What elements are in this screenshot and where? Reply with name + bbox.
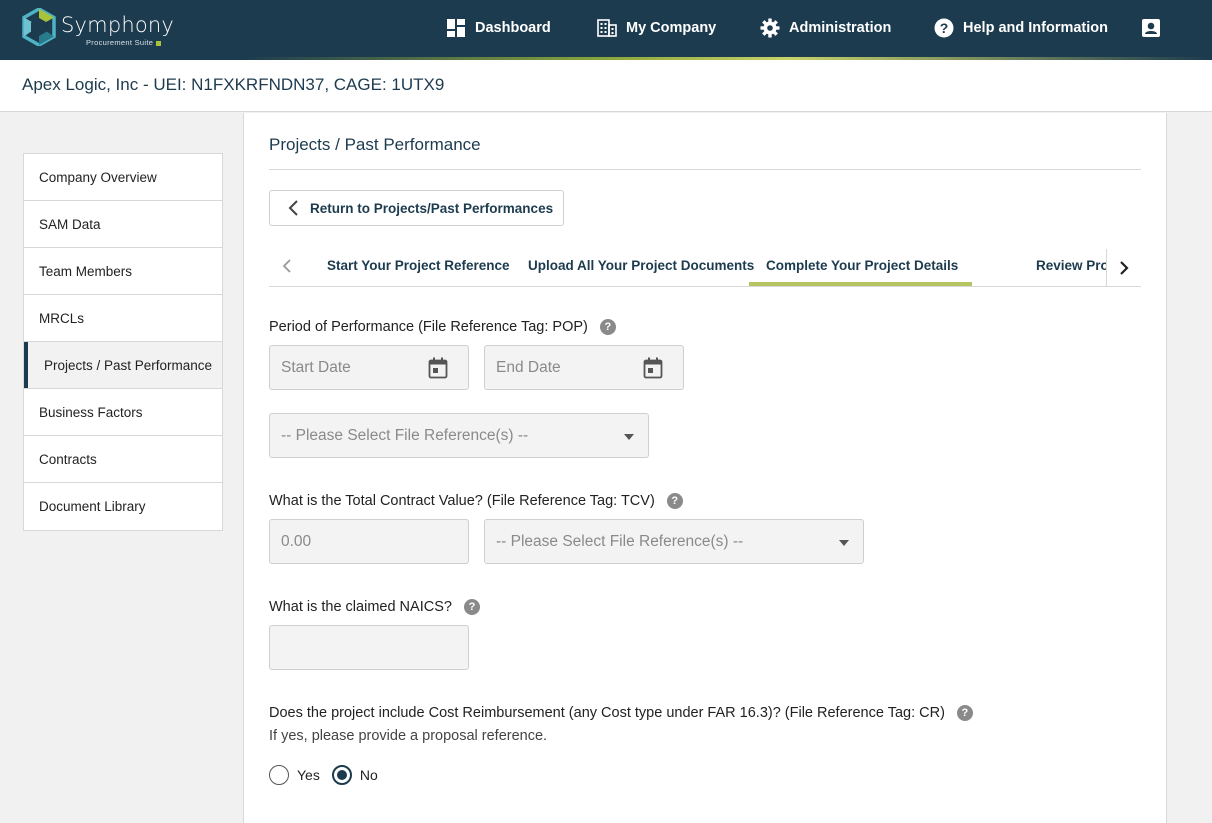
tcv-label-text: What is the Total Contract Value? (File … [269, 493, 655, 509]
cr-yes-radio[interactable] [269, 765, 289, 785]
nav-help-label: Help and Information [963, 20, 1108, 36]
naics-label-text: What is the claimed NAICS? [269, 599, 452, 615]
user-card-icon [1140, 17, 1162, 39]
brand-name: Symphony [61, 13, 175, 37]
brand-subtitle: Procurement Suite [86, 38, 161, 47]
tabs-scroll-right-icon[interactable] [1106, 249, 1141, 286]
pop-label-text: Period of Performance (File Reference Ta… [269, 319, 588, 335]
nav-administration[interactable]: Administration [759, 17, 891, 39]
dashboard-icon [445, 17, 467, 39]
tab-upload-project-documents[interactable]: Upload All Your Project Documents [528, 258, 754, 273]
nav-dashboard-label: Dashboard [475, 20, 551, 36]
naics-label: What is the claimed NAICS? ? [269, 599, 480, 615]
sidebar-item-team-members[interactable]: Team Members [24, 248, 222, 295]
company-header-bar: Apex Logic, Inc - UEI: N1FXKRFNDN37, CAG… [0, 60, 1212, 112]
help-circle-icon: ? [933, 17, 955, 39]
nav-help[interactable]: ? Help and Information [933, 17, 1108, 39]
calendar-icon[interactable] [643, 357, 663, 379]
building-icon [596, 17, 618, 39]
sidebar-item-business-factors[interactable]: Business Factors [24, 389, 222, 436]
tab-review-project[interactable]: Review Project [1036, 258, 1106, 273]
return-button-label: Return to Projects/Past Performances [310, 200, 554, 216]
hexagon-logo-icon [22, 8, 56, 46]
cr-no-label[interactable]: No [360, 767, 378, 783]
end-date-input[interactable]: End Date [484, 345, 684, 390]
sidebar-item-mrcls[interactable]: MRCLs [24, 295, 222, 342]
nav-my-company[interactable]: My Company [596, 17, 716, 39]
step-tabs: Start Your Project Reference Upload All … [269, 249, 1141, 287]
cr-no-radio[interactable] [331, 765, 352, 785]
nav-my-company-label: My Company [626, 20, 717, 36]
page-title: Projects / Past Performance [269, 135, 481, 154]
pop-file-reference-placeholder: -- Please Select File Reference(s) -- [281, 426, 529, 444]
calendar-icon[interactable] [428, 357, 448, 379]
tab-review-project-clip: Review Project [1036, 249, 1106, 286]
sidebar-menu: Company Overview SAM Data Team Members M… [23, 153, 223, 531]
symphony-logo[interactable]: Symphony Procurement Suite [22, 8, 175, 48]
nav-dashboard[interactable]: Dashboard [445, 17, 551, 39]
sidebar-item-company-overview[interactable]: Company Overview [24, 154, 222, 201]
sidebar-item-sam-data[interactable]: SAM Data [24, 201, 222, 248]
main-panel: Projects / Past Performance Return to Pr… [243, 113, 1167, 823]
cr-label: Does the project include Cost Reimbursem… [269, 705, 973, 721]
tabs-scroll-left-icon[interactable] [277, 256, 297, 276]
tcv-label: What is the Total Contract Value? (File … [269, 493, 683, 509]
start-date-placeholder: Start Date [281, 358, 351, 376]
tab-start-project-reference[interactable]: Start Your Project Reference [327, 258, 510, 273]
nav-administration-label: Administration [789, 20, 892, 36]
active-tab-indicator [749, 282, 972, 286]
cr-radio-group: Yes No [269, 765, 390, 785]
sidebar-item-contracts[interactable]: Contracts [24, 436, 222, 483]
caret-down-icon [839, 540, 849, 546]
pop-file-reference-select[interactable]: -- Please Select File Reference(s) -- [269, 413, 649, 458]
cr-help-icon[interactable]: ? [956, 705, 973, 721]
tcv-value-input[interactable]: 0.00 [269, 519, 469, 564]
end-date-placeholder: End Date [496, 358, 561, 376]
cr-sub-label: If yes, please provide a proposal refere… [269, 728, 548, 744]
title-divider [269, 169, 1141, 170]
tcv-value-placeholder: 0.00 [281, 532, 312, 550]
naics-input[interactable] [269, 625, 469, 670]
svg-text:?: ? [940, 20, 949, 36]
cr-label-text: Does the project include Cost Reimbursem… [269, 705, 945, 721]
pop-label: Period of Performance (File Reference Ta… [269, 319, 616, 335]
profile-button[interactable] [1140, 17, 1170, 39]
cr-yes-label[interactable]: Yes [297, 767, 320, 783]
top-navbar: Symphony Procurement Suite Dashboard My … [0, 0, 1212, 60]
pop-help-icon[interactable]: ? [599, 319, 616, 335]
chevron-left-icon [278, 199, 308, 217]
company-identifier: Apex Logic, Inc - UEI: N1FXKRFNDN37, CAG… [22, 75, 445, 94]
sidebar-item-document-library[interactable]: Document Library [24, 483, 222, 530]
tcv-help-icon[interactable]: ? [666, 493, 683, 509]
tcv-file-reference-select[interactable]: -- Please Select File Reference(s) -- [484, 519, 864, 564]
return-to-projects-button[interactable]: Return to Projects/Past Performances [269, 190, 564, 226]
start-date-input[interactable]: Start Date [269, 345, 469, 390]
naics-help-icon[interactable]: ? [463, 599, 480, 615]
gear-icon [759, 17, 781, 39]
tcv-file-reference-placeholder: -- Please Select File Reference(s) -- [496, 532, 744, 550]
tab-complete-project-details[interactable]: Complete Your Project Details [766, 258, 958, 273]
sidebar-item-projects-past-performance[interactable]: Projects / Past Performance [24, 342, 222, 389]
caret-down-icon [624, 434, 634, 440]
